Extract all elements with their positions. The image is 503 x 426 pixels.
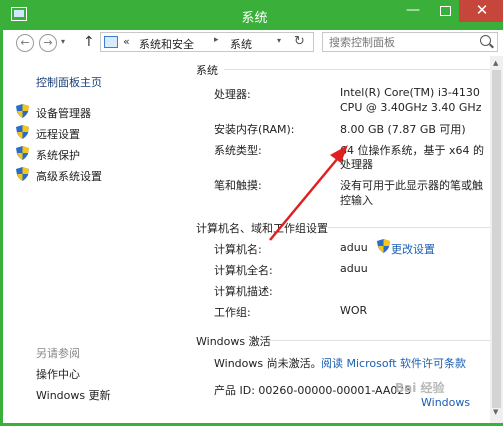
windows-label: Windows: [421, 396, 471, 409]
processor-value-line2: CPU @ 3.40GHz 3.40 GHz: [340, 101, 482, 114]
shield-icon: [16, 125, 29, 139]
breadcrumb-system-security[interactable]: 系统和安全: [139, 36, 194, 52]
divider: [328, 227, 490, 228]
workgroup-value: WOR: [340, 304, 368, 317]
sidebar-item-label: 系统保护: [36, 149, 80, 162]
system-section-heading: 系统: [196, 64, 218, 77]
address-bar[interactable]: « 系统和安全 ▸ 系统 ▾ ↻: [100, 32, 314, 52]
pen-touch-value: 没有可用于此显示器的笔或触: [340, 179, 483, 192]
sidebar-item-label: 远程设置: [36, 128, 80, 141]
watermark: Bai 经验 Windows: [387, 377, 497, 419]
sidebar-item-label: 设备管理器: [36, 107, 91, 120]
search-icon[interactable]: [480, 35, 491, 46]
shield-icon: [16, 104, 29, 118]
scroll-up-icon[interactable]: ▲: [493, 59, 498, 67]
product-id: 产品 ID: 00260-00000-00001-AA025: [214, 384, 412, 397]
processor-value: Intel(R) Core(TM) i3-4130: [340, 86, 480, 99]
search-box[interactable]: [322, 32, 498, 52]
activation-status: Windows 尚未激活。: [214, 357, 322, 370]
search-input[interactable]: [329, 35, 469, 49]
refresh-icon[interactable]: ↻: [294, 34, 305, 49]
action-center-link[interactable]: 操作中心: [36, 366, 80, 382]
divider: [268, 340, 490, 341]
change-settings-label[interactable]: 更改设置: [391, 241, 435, 257]
title-bar[interactable]: 系统 — ✕: [3, 0, 503, 30]
breadcrumb-system[interactable]: 系统: [230, 36, 252, 52]
forward-button[interactable]: →: [39, 34, 57, 52]
pen-touch-value-line2: 控输入: [340, 194, 373, 207]
recent-locations-dropdown[interactable]: ▾: [61, 37, 65, 46]
activation-section-heading: Windows 激活: [196, 335, 271, 348]
maximize-button[interactable]: [429, 0, 461, 22]
processor-label: 处理器:: [214, 88, 251, 101]
navigation-bar: ← → ▾ ↑ « 系统和安全 ▸ 系统 ▾ ↻: [6, 30, 503, 56]
address-dropdown-icon[interactable]: ▾: [277, 36, 281, 45]
minimize-button[interactable]: —: [397, 0, 429, 22]
see-also-heading: 另请参阅: [36, 347, 80, 360]
full-computer-name-label: 计算机全名:: [214, 264, 273, 277]
computer-name-section-heading: 计算机名、域和工作组设置: [196, 222, 328, 235]
system-type-label: 系统类型:: [214, 144, 262, 157]
control-panel-icon: [104, 36, 118, 48]
shield-icon: [16, 146, 29, 160]
ram-label: 安装内存(RAM):: [214, 123, 295, 136]
up-button[interactable]: ↑: [83, 34, 95, 50]
scrollbar-thumb[interactable]: [492, 70, 501, 408]
sidebar-item-label: 高级系统设置: [36, 170, 102, 183]
computer-description-label: 计算机描述:: [214, 285, 273, 298]
maximize-icon: [439, 6, 451, 16]
close-button[interactable]: ✕: [459, 0, 503, 22]
computer-name-label: 计算机名:: [214, 243, 262, 256]
divider: [224, 69, 490, 70]
full-computer-name-value: aduu: [340, 262, 368, 275]
computer-name-value: aduu: [340, 241, 368, 254]
windows-update-link[interactable]: Windows 更新: [36, 387, 111, 403]
breadcrumb-separator-icon[interactable]: ▸: [214, 35, 219, 45]
watermark-text: Bai 经验: [395, 381, 445, 395]
pen-touch-label: 笔和触摸:: [214, 179, 262, 192]
ram-value: 8.00 GB (7.87 GB 可用): [340, 123, 466, 136]
shield-icon: [377, 239, 390, 253]
workgroup-label: 工作组:: [214, 306, 251, 319]
back-button[interactable]: ←: [16, 34, 34, 52]
control-panel-home-link[interactable]: 控制面板主页: [36, 74, 102, 90]
vertical-scrollbar[interactable]: ▲ ▼: [490, 56, 503, 423]
license-terms-link[interactable]: 阅读 Microsoft 软件许可条款: [321, 355, 466, 371]
double-chevron-icon[interactable]: «: [123, 35, 130, 48]
sidebar: 控制面板主页 设备管理器 远程设置 系统保护 高级系统设置 另请参阅 操作中心 …: [6, 56, 188, 423]
main-content: 系统 处理器: Intel(R) Core(TM) i3-4130 CPU @ …: [188, 56, 490, 423]
shield-icon: [16, 167, 29, 181]
system-window: 系统 — ✕ ← → ▾ ↑ « 系统和安全 ▸ 系统 ▾ ↻ 控制面板主页: [0, 0, 503, 426]
system-type-value-line2: 处理器: [340, 158, 373, 171]
